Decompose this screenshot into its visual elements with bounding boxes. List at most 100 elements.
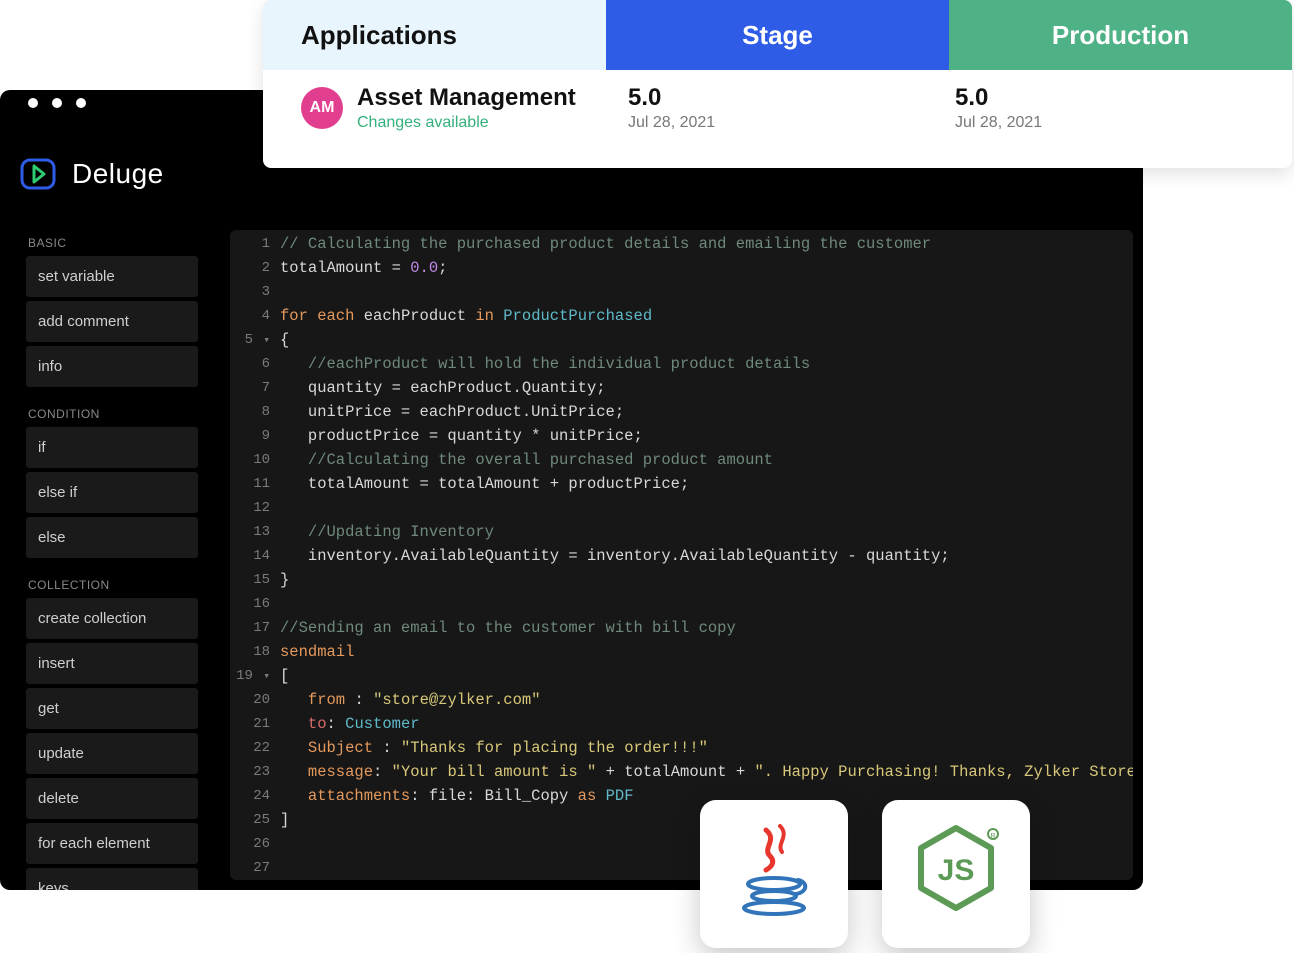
sidebar-item-for-each-element[interactable]: for each element <box>26 823 198 864</box>
sidebar-item-delete[interactable]: delete <box>26 778 198 819</box>
code-line[interactable]: 23 message: "Your bill amount is " + tot… <box>230 760 1133 784</box>
line-number: 26 <box>230 832 280 856</box>
prod-version-cell: 5.0 Jul 28, 2021 <box>927 84 1254 132</box>
sidebar-item-info[interactable]: info <box>26 346 198 387</box>
line-number: 17 <box>230 616 280 640</box>
language-cards: JS R <box>700 800 1030 948</box>
code-content: totalAmount = 0.0; <box>280 256 447 280</box>
app-info-cell: AM Asset Management Changes available <box>301 84 600 132</box>
code-line[interactable]: 7 quantity = eachProduct.Quantity; <box>230 376 1133 400</box>
line-number: 13 <box>230 520 280 544</box>
stage-version: 5.0 <box>628 84 927 112</box>
sidebar-item-add-comment[interactable]: add comment <box>26 301 198 342</box>
code-line[interactable]: 13 //Updating Inventory <box>230 520 1133 544</box>
line-number: 8 <box>230 400 280 424</box>
code-line[interactable]: 1// Calculating the purchased product de… <box>230 232 1133 256</box>
code-line[interactable]: 2totalAmount = 0.0; <box>230 256 1133 280</box>
code-content: ] <box>280 808 289 832</box>
stage-date: Jul 28, 2021 <box>628 114 927 132</box>
code-line[interactable]: 6 //eachProduct will hold the individual… <box>230 352 1133 376</box>
sidebar-section-title: COLLECTION <box>26 572 198 598</box>
line-number: 21 <box>230 712 280 736</box>
app-bar-row[interactable]: AM Asset Management Changes available 5.… <box>263 70 1292 146</box>
window-dot-icon[interactable] <box>76 98 86 108</box>
app-name-block: Asset Management Changes available <box>357 84 576 132</box>
code-line[interactable]: 14 inventory.AvailableQuantity = invento… <box>230 544 1133 568</box>
line-number: 22 <box>230 736 280 760</box>
code-line[interactable]: 9 productPrice = quantity * unitPrice; <box>230 424 1133 448</box>
code-content: //Updating Inventory <box>280 520 494 544</box>
line-number: 12 <box>230 496 280 520</box>
nodejs-icon: JS R <box>911 822 1001 927</box>
svg-text:JS: JS <box>938 854 975 887</box>
code-line[interactable]: 12 <box>230 496 1133 520</box>
window-controls <box>28 98 86 108</box>
code-line[interactable]: 5 ▾{ <box>230 328 1133 352</box>
sidebar-item-else[interactable]: else <box>26 517 198 558</box>
java-card[interactable] <box>700 800 848 948</box>
sidebar-section: CONDITIONifelse ifelse <box>26 401 198 558</box>
prod-date: Jul 28, 2021 <box>955 114 1254 132</box>
code-line[interactable]: 21 to: Customer <box>230 712 1133 736</box>
code-content: //Sending an email to the customer with … <box>280 616 736 640</box>
sidebar-item-insert[interactable]: insert <box>26 643 198 684</box>
sidebar-item-keys[interactable]: keys <box>26 868 198 890</box>
sidebar-section-title: CONDITION <box>26 401 198 427</box>
code-line[interactable]: 11 totalAmount = totalAmount + productPr… <box>230 472 1133 496</box>
code-editor[interactable]: 1// Calculating the purchased product de… <box>230 230 1133 880</box>
sidebar-item-set-variable[interactable]: set variable <box>26 256 198 297</box>
tab-production[interactable]: Production <box>949 0 1292 70</box>
app-name: Asset Management <box>357 84 576 112</box>
line-number: 7 <box>230 376 280 400</box>
code-line[interactable]: 4for each eachProduct in ProductPurchase… <box>230 304 1133 328</box>
code-content: attachments: file: Bill_Copy as PDF <box>280 784 634 808</box>
window-dot-icon[interactable] <box>28 98 38 108</box>
code-content: } <box>280 568 289 592</box>
sidebar-item-update[interactable]: update <box>26 733 198 774</box>
sidebar-item-create-collection[interactable]: create collection <box>26 598 198 639</box>
line-number: 15 <box>230 568 280 592</box>
line-number: 24 <box>230 784 280 808</box>
sidebar-item-if[interactable]: if <box>26 427 198 468</box>
line-number: 14 <box>230 544 280 568</box>
code-content: from : "store@zylker.com" <box>280 688 541 712</box>
code-line[interactable]: 20 from : "store@zylker.com" <box>230 688 1133 712</box>
actions-sidebar: BASICset variableadd commentinfoCONDITIO… <box>26 230 198 890</box>
sidebar-item-else-if[interactable]: else if <box>26 472 198 513</box>
line-number: 11 <box>230 472 280 496</box>
line-number: 10 <box>230 448 280 472</box>
code-content: to: Customer <box>280 712 420 736</box>
code-content: quantity = eachProduct.Quantity; <box>280 376 606 400</box>
code-line[interactable]: 16 <box>230 592 1133 616</box>
tab-stage[interactable]: Stage <box>606 0 949 70</box>
line-number: 16 <box>230 592 280 616</box>
code-content: productPrice = quantity * unitPrice; <box>280 424 643 448</box>
sidebar-item-get[interactable]: get <box>26 688 198 729</box>
code-line[interactable]: 8 unitPrice = eachProduct.UnitPrice; <box>230 400 1133 424</box>
deluge-header: Deluge <box>18 154 164 194</box>
code-content: [ <box>280 664 289 688</box>
sidebar-section: COLLECTIONcreate collectioninsertgetupda… <box>26 572 198 890</box>
code-line[interactable]: 19 ▾[ <box>230 664 1133 688</box>
line-number: 4 <box>230 304 280 328</box>
application-bar: Applications Stage Production AM Asset M… <box>263 0 1292 168</box>
line-number: 18 <box>230 640 280 664</box>
nodejs-card[interactable]: JS R <box>882 800 1030 948</box>
tab-applications[interactable]: Applications <box>263 0 606 70</box>
code-line[interactable]: 17//Sending an email to the customer wit… <box>230 616 1133 640</box>
code-content: // Calculating the purchased product det… <box>280 232 931 256</box>
app-bar-header: Applications Stage Production <box>263 0 1292 70</box>
window-dot-icon[interactable] <box>52 98 62 108</box>
code-line[interactable]: 10 //Calculating the overall purchased p… <box>230 448 1133 472</box>
app-avatar: AM <box>301 87 343 129</box>
code-line[interactable]: 22 Subject : "Thanks for placing the ord… <box>230 736 1133 760</box>
code-line[interactable]: 3 <box>230 280 1133 304</box>
code-line[interactable]: 18sendmail <box>230 640 1133 664</box>
deluge-logo-icon <box>18 154 58 194</box>
code-content: { <box>280 328 289 352</box>
code-content: //Calculating the overall purchased prod… <box>280 448 773 472</box>
code-line[interactable]: 15} <box>230 568 1133 592</box>
line-number: 3 <box>230 280 280 304</box>
code-content: inventory.AvailableQuantity = inventory.… <box>280 544 950 568</box>
svg-text:R: R <box>990 833 995 840</box>
